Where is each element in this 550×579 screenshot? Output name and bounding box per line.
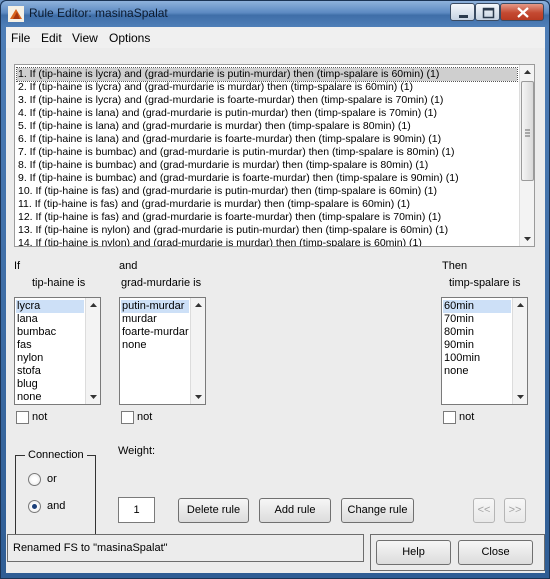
scroll-up-icon[interactable]: [520, 65, 535, 80]
connection-group: Connection or and: [15, 449, 96, 542]
minimize-icon: [459, 15, 468, 18]
scroll-up-icon[interactable]: [86, 298, 101, 313]
list-item[interactable]: 80min: [443, 326, 474, 339]
grip-icon: [525, 129, 530, 137]
scroll-up-icon[interactable]: [513, 298, 528, 313]
or-radio[interactable]: [28, 473, 41, 486]
and-label: and: [119, 260, 138, 272]
client-area: File Edit View Options 1. If (tip-haine …: [6, 27, 545, 573]
list-item[interactable]: none: [16, 391, 41, 404]
tip-haine-listbox[interactable]: lycra lana bumbac fas nylon stofa blug n…: [14, 297, 101, 405]
rule-item[interactable]: 3. If (tip-haine is lycra) and (grad-mur…: [17, 94, 517, 107]
timp-spalare-scrollbar[interactable]: [512, 298, 527, 404]
list-item[interactable]: murdar: [121, 313, 157, 326]
list-item[interactable]: stofa: [16, 365, 41, 378]
then-label: Then: [442, 260, 468, 272]
list-item[interactable]: none: [443, 365, 468, 378]
rule-item[interactable]: 12. If (tip-haine is fas) and (grad-murd…: [17, 211, 517, 224]
change-rule-button[interactable]: Change rule: [341, 498, 414, 523]
if-label: If: [14, 260, 21, 272]
close-button[interactable]: Close: [458, 540, 533, 565]
not-label: not: [32, 411, 48, 423]
bottom-button-frame: Help Close: [370, 534, 545, 571]
timp-spalare-label: timp-spalare is: [449, 277, 521, 289]
rule-item[interactable]: 2. If (tip-haine is lycra) and (grad-mur…: [17, 81, 517, 94]
list-item[interactable]: 70min: [443, 313, 474, 326]
status-bar: Renamed FS to "masinaSpalat": [7, 534, 364, 562]
rule-item[interactable]: 13. If (tip-haine is nylon) and (grad-mu…: [17, 224, 517, 237]
rule-editor-window: Rule Editor: masinaSpalat File Edit View…: [0, 0, 550, 579]
rules-list[interactable]: 1. If (tip-haine is lycra) and (grad-mur…: [14, 64, 535, 247]
list-item[interactable]: lycra: [16, 300, 84, 313]
and-radio-label: and: [47, 500, 66, 512]
list-item[interactable]: putin-murdar: [121, 300, 189, 313]
scroll-up-icon[interactable]: [191, 298, 206, 313]
menu-file[interactable]: File: [11, 31, 30, 45]
rules-scrollbar[interactable]: [519, 65, 534, 246]
rule-item[interactable]: 1. If (tip-haine is lycra) and (grad-mur…: [16, 67, 518, 82]
weight-label: Weight:: [118, 445, 156, 457]
previous-button[interactable]: <<: [473, 498, 495, 523]
menu-bar: File Edit View Options: [6, 27, 545, 48]
close-window-button[interactable]: [500, 3, 544, 21]
list-item[interactable]: 60min: [443, 300, 511, 313]
rule-item[interactable]: 7. If (tip-haine is bumbac) and (grad-mu…: [17, 146, 517, 159]
add-rule-button[interactable]: Add rule: [259, 498, 331, 523]
tip-haine-scrollbar[interactable]: [85, 298, 100, 404]
menu-edit[interactable]: Edit: [41, 31, 62, 45]
next-button[interactable]: >>: [504, 498, 526, 523]
rule-item[interactable]: 10. If (tip-haine is fas) and (grad-murd…: [17, 185, 517, 198]
not-checkbox-tip-haine[interactable]: [16, 411, 29, 424]
weight-input[interactable]: 1: [118, 497, 155, 523]
menu-options[interactable]: Options: [109, 31, 150, 45]
list-item[interactable]: lana: [16, 313, 38, 326]
status-text: Renamed FS to "masinaSpalat": [13, 542, 168, 554]
tip-haine-label: tip-haine is: [32, 277, 86, 289]
timp-spalare-listbox[interactable]: 60min 70min 80min 90min 100min none: [441, 297, 528, 405]
maximize-icon: [482, 7, 495, 19]
list-item[interactable]: foarte-murdar: [121, 326, 189, 339]
rule-item[interactable]: 14. If (tip-haine is nylon) and (grad-mu…: [17, 237, 517, 246]
scroll-thumb[interactable]: [521, 81, 534, 181]
window-title: Rule Editor: masinaSpalat: [29, 6, 168, 20]
title-bar[interactable]: Rule Editor: masinaSpalat: [1, 1, 549, 27]
list-item[interactable]: nylon: [16, 352, 43, 365]
grad-murdarie-label: grad-murdarie is: [121, 277, 202, 289]
grad-murdarie-scrollbar[interactable]: [190, 298, 205, 404]
rule-item[interactable]: 6. If (tip-haine is lana) and (grad-murd…: [17, 133, 517, 146]
and-radio[interactable]: [28, 500, 41, 513]
grad-murdarie-listbox[interactable]: putin-murdar murdar foarte-murdar none: [119, 297, 206, 405]
rule-item[interactable]: 9. If (tip-haine is bumbac) and (grad-mu…: [17, 172, 517, 185]
scroll-down-icon[interactable]: [513, 389, 528, 404]
list-item[interactable]: 100min: [443, 352, 480, 365]
list-item[interactable]: fas: [16, 339, 32, 352]
not-label: not: [137, 411, 153, 423]
not-checkbox-grad-murdarie[interactable]: [121, 411, 134, 424]
not-checkbox-timp-spalare[interactable]: [443, 411, 456, 424]
rule-item[interactable]: 8. If (tip-haine is bumbac) and (grad-mu…: [17, 159, 517, 172]
close-icon: [517, 7, 529, 18]
menu-view[interactable]: View: [72, 31, 98, 45]
delete-rule-button[interactable]: Delete rule: [178, 498, 249, 523]
scroll-down-icon[interactable]: [86, 389, 101, 404]
list-item[interactable]: blug: [16, 378, 38, 391]
help-button[interactable]: Help: [376, 540, 451, 565]
list-item[interactable]: bumbac: [16, 326, 56, 339]
scroll-down-icon[interactable]: [191, 389, 206, 404]
minimize-button[interactable]: [450, 3, 475, 21]
or-label: or: [47, 473, 57, 485]
rule-item[interactable]: 4. If (tip-haine is lana) and (grad-murd…: [17, 107, 517, 120]
list-item[interactable]: 90min: [443, 339, 474, 352]
rule-item[interactable]: 5. If (tip-haine is lana) and (grad-murd…: [17, 120, 517, 133]
matlab-app-icon: [8, 6, 24, 22]
maximize-button[interactable]: [475, 3, 500, 21]
rule-item[interactable]: 11. If (tip-haine is fas) and (grad-murd…: [17, 198, 517, 211]
scroll-down-icon[interactable]: [520, 231, 535, 246]
list-item[interactable]: none: [121, 339, 146, 352]
not-label: not: [459, 411, 475, 423]
connection-title: Connection: [25, 449, 87, 461]
